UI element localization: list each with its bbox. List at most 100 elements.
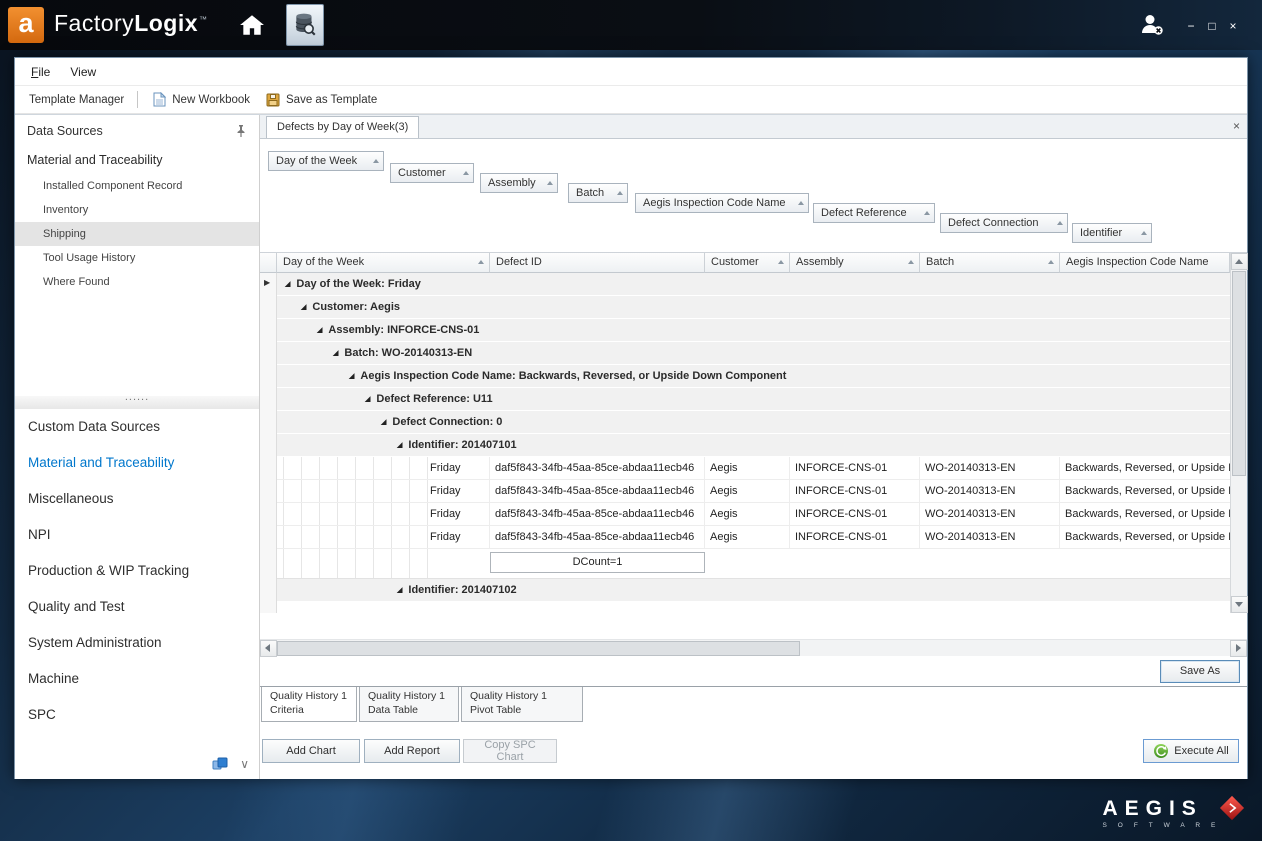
sheet-tab-line1: Quality History 1 <box>470 690 574 704</box>
column-header-defect-id[interactable]: Defect ID <box>490 253 705 273</box>
tree-item-shipping[interactable]: Shipping <box>15 222 259 246</box>
close-window-button[interactable]: × <box>1225 19 1241 33</box>
tree-item-tool-usage-history[interactable]: Tool Usage History <box>15 246 259 270</box>
column-header-aegis-inspection-code-name[interactable]: Aegis Inspection Code Name <box>1060 253 1230 273</box>
expander-icon[interactable]: ◢ <box>301 303 306 311</box>
chevron-down-icon[interactable]: ∨ <box>240 757 249 771</box>
aegis-diamond-icon <box>1216 792 1248 824</box>
minimize-button[interactable]: − <box>1183 19 1199 33</box>
pin-icon[interactable] <box>235 124 247 138</box>
close-tab-icon[interactable]: × <box>1233 118 1240 134</box>
table-row[interactable]: Friday daf5f843-34fb-45aa-85ce-abdaa11ec… <box>277 480 1230 503</box>
expander-icon[interactable]: ◢ <box>285 280 290 288</box>
tree-item-installed-component-record[interactable]: Installed Component Record <box>15 174 259 198</box>
save-as-template-button[interactable]: Save as Template <box>258 90 385 110</box>
column-header-batch[interactable]: Batch <box>920 253 1060 273</box>
group-row-label: Batch: WO-20140313-EN <box>344 347 472 359</box>
group-row-customer-aegis[interactable]: ◢Customer: Aegis <box>277 296 1230 319</box>
group-row-day-of-week-friday[interactable]: ◢Day of the Week: Friday <box>277 273 1230 296</box>
menu-file[interactable]: File <box>21 63 60 81</box>
execute-icon <box>1153 743 1169 759</box>
indicator-header-cell <box>260 253 277 273</box>
group-field-day-of-the-week[interactable]: Day of the Week <box>268 151 384 171</box>
group-field-defect-connection[interactable]: Defect Connection <box>940 213 1068 233</box>
tab-quality-history-pivot-table[interactable]: Quality History 1 Pivot Table <box>461 687 583 722</box>
group-field-customer[interactable]: Customer <box>390 163 474 183</box>
table-row[interactable]: Friday daf5f843-34fb-45aa-85ce-abdaa11ec… <box>277 503 1230 526</box>
tree-item-inventory[interactable]: Inventory <box>15 198 259 222</box>
maximize-button[interactable]: □ <box>1204 19 1220 33</box>
group-field-identifier[interactable]: Identifier <box>1072 223 1152 243</box>
horizontal-scrollbar[interactable] <box>260 639 1247 656</box>
group-row-inspection-code[interactable]: ◢Aegis Inspection Code Name: Backwards, … <box>277 365 1230 388</box>
column-header-assembly[interactable]: Assembly <box>790 253 920 273</box>
table-row[interactable]: Friday daf5f843-34fb-45aa-85ce-abdaa11ec… <box>277 526 1230 549</box>
tree-item-where-found[interactable]: Where Found <box>15 270 259 294</box>
category-quality-and-test[interactable]: Quality and Test <box>15 589 259 625</box>
expander-icon[interactable]: ◢ <box>333 349 338 357</box>
group-row-assembly[interactable]: ◢Assembly: INFORCE-CNS-01 <box>277 319 1230 342</box>
category-custom-data-sources[interactable]: Custom Data Sources <box>15 409 259 445</box>
dcount-summary: DCount=1 <box>490 552 705 573</box>
save-as-button[interactable]: Save As <box>1160 660 1240 683</box>
category-npi[interactable]: NPI <box>15 517 259 553</box>
add-report-button[interactable]: Add Report <box>364 739 460 763</box>
template-manager-button[interactable]: Template Manager <box>21 91 132 109</box>
sheet-tab-line2: Data Table <box>368 704 450 718</box>
expander-icon[interactable]: ◢ <box>397 441 402 449</box>
cell-inspection-code: Backwards, Reversed, or Upside Down Comp… <box>1060 526 1230 548</box>
group-by-panel: Day of the Week Customer Assembly Batch … <box>260 139 1247 253</box>
group-field-assembly[interactable]: Assembly <box>480 173 558 193</box>
category-miscellaneous[interactable]: Miscellaneous <box>15 481 259 517</box>
column-header-customer[interactable]: Customer <box>705 253 790 273</box>
category-spc[interactable]: SPC <box>15 697 259 733</box>
menu-view[interactable]: View <box>60 63 106 81</box>
user-logout-icon[interactable] <box>1138 13 1166 42</box>
new-workbook-button[interactable]: New Workbook <box>145 89 258 110</box>
cell-assembly: INFORCE-CNS-01 <box>790 503 920 525</box>
tree-group-material-and-traceability[interactable]: Material and Traceability <box>27 153 259 167</box>
group-row-label: Defect Connection: 0 <box>392 416 502 428</box>
scroll-left-button[interactable] <box>260 640 277 657</box>
tab-quality-history-criteria[interactable]: Quality History 1 Criteria <box>261 687 357 722</box>
table-row[interactable]: Friday daf5f843-34fb-45aa-85ce-abdaa11ec… <box>277 457 1230 480</box>
data-grid: Day of the Week Defect ID Customer Assem… <box>260 253 1247 613</box>
group-row-batch[interactable]: ◢ Batch: WO-20140313-EN <box>277 342 1230 365</box>
category-system-administration[interactable]: System Administration <box>15 625 259 661</box>
app-title-part1: Factory <box>54 10 134 36</box>
group-field-aegis-inspection-code-name[interactable]: Aegis Inspection Code Name <box>635 193 809 213</box>
expander-icon[interactable]: ◢ <box>365 395 370 403</box>
add-chart-button[interactable]: Add Chart <box>262 739 360 763</box>
column-header-day-of-the-week[interactable]: Day of the Week <box>277 253 490 273</box>
vertical-scroll-thumb[interactable] <box>1232 271 1246 476</box>
sort-asc-icon <box>908 260 914 264</box>
data-analysis-button[interactable] <box>286 4 324 46</box>
expander-icon[interactable]: ◢ <box>381 418 386 426</box>
home-icon[interactable] <box>239 14 265 41</box>
expander-icon[interactable]: ◢ <box>317 326 322 334</box>
expander-icon[interactable]: ◢ <box>397 586 402 594</box>
data-sources-panel: Data Sources Material and Traceability I… <box>15 115 260 779</box>
group-field-batch[interactable]: Batch <box>568 183 628 203</box>
tab-defects-by-day-of-week[interactable]: Defects by Day of Week(3) <box>266 116 419 138</box>
category-production-wip-tracking[interactable]: Production & WIP Tracking <box>15 553 259 589</box>
scroll-right-button[interactable] <box>1230 640 1247 657</box>
navbar-overflow-icon[interactable] <box>212 757 228 771</box>
execute-all-button[interactable]: Execute All <box>1143 739 1239 763</box>
category-machine[interactable]: Machine <box>15 661 259 697</box>
group-field-defect-reference[interactable]: Defect Reference <box>813 203 935 223</box>
group-row-defect-connection[interactable]: ◢ Defect Connection: 0 <box>277 411 1230 434</box>
category-material-and-traceability[interactable]: Material and Traceability <box>15 445 259 481</box>
scroll-up-button[interactable] <box>1231 253 1248 270</box>
titlebar: a FactoryLogix™ − □ × <box>0 0 1262 50</box>
horizontal-scroll-thumb[interactable] <box>277 641 800 656</box>
scroll-down-button[interactable] <box>1231 596 1248 613</box>
sidebar-footer: ∨ <box>212 757 249 771</box>
tab-quality-history-data-table[interactable]: Quality History 1 Data Table <box>359 687 459 722</box>
group-row-defect-reference[interactable]: ◢Defect Reference: U11 <box>277 388 1230 411</box>
expander-icon[interactable]: ◢ <box>349 372 354 380</box>
vertical-scrollbar[interactable] <box>1230 253 1247 613</box>
panel-splitter[interactable] <box>15 396 259 409</box>
group-row-identifier-201407101[interactable]: ◢Identifier: 201407101 <box>277 434 1230 457</box>
group-row-identifier-201407102[interactable]: ◢Identifier: 201407102 <box>277 579 1230 602</box>
